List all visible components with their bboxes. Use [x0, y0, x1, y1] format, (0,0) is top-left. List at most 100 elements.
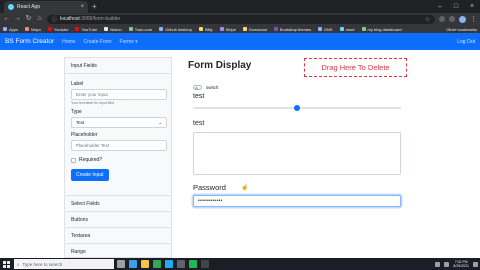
- bookmark-favicon-icon: [159, 27, 164, 31]
- accordion-header-textarea[interactable]: Textarea: [65, 227, 171, 243]
- required-checkbox[interactable]: [71, 157, 76, 163]
- taskbar-search[interactable]: ⌕ Type here to search: [14, 259, 114, 269]
- reload-icon[interactable]: ↻: [25, 15, 32, 23]
- bookmark-item[interactable]: Mayo: [25, 27, 41, 32]
- textarea-label: test: [193, 120, 205, 127]
- address-bar[interactable]: ⓘ localhost:3000/form-builder ☆: [47, 14, 435, 24]
- taskbar-search-placeholder: Type here to search: [22, 261, 63, 267]
- switch-field[interactable]: switch: [193, 85, 219, 90]
- password-label: Password: [193, 183, 226, 192]
- range-slider-thumb[interactable]: [294, 105, 300, 111]
- windows-start-icon[interactable]: [2, 260, 11, 269]
- edge-icon[interactable]: [129, 260, 137, 268]
- bookmark-item[interactable]: Bootstrap themes: [273, 27, 311, 32]
- bookmark-favicon-icon: [128, 27, 133, 31]
- range-slider[interactable]: [193, 105, 401, 111]
- label-input[interactable]: Enter your input: [71, 89, 167, 100]
- required-checkbox-row[interactable]: Required?: [71, 157, 165, 163]
- bookmark-item[interactable]: Youtube: [47, 27, 68, 32]
- obs-icon[interactable]: [201, 260, 209, 268]
- search-icon: ⌕: [17, 261, 20, 267]
- forward-icon[interactable]: →: [14, 15, 21, 23]
- info-icon[interactable]: ⓘ: [52, 16, 57, 23]
- url-path: :3000/form-builder: [79, 16, 121, 22]
- textarea-field[interactable]: [193, 132, 401, 175]
- bookmark-label: react: [345, 26, 355, 32]
- logout-link[interactable]: Log Out: [457, 39, 475, 45]
- browser-tab[interactable]: React App ×: [4, 1, 88, 13]
- bookmark-favicon-icon: [198, 27, 203, 31]
- vscode-icon[interactable]: [165, 260, 173, 268]
- bookmark-item[interactable]: Bitly: [198, 27, 213, 32]
- nav-dropdown-forms[interactable]: Forms ▾: [120, 39, 138, 45]
- navbar-brand[interactable]: BS Form Creator: [5, 38, 54, 45]
- terminal-icon[interactable]: [177, 260, 185, 268]
- bookmark-label: Download: [249, 26, 267, 32]
- bookmark-label: my blog dashboard: [367, 26, 402, 32]
- network-icon[interactable]: [435, 261, 441, 267]
- placeholder-field-label: Placeholder: [71, 132, 98, 138]
- password-input[interactable]: ••••••••••••: [193, 195, 401, 207]
- accordion-header-select-fields[interactable]: Select Fields: [65, 195, 171, 211]
- bookmark-favicon-icon: [75, 27, 80, 31]
- delete-drop-zone[interactable]: Drag Here To Delete: [304, 58, 407, 77]
- browser-tab-strip: React App × + – □ ×: [0, 0, 480, 13]
- accordion-header-range[interactable]: Range: [65, 243, 171, 258]
- windows-taskbar: ⌕ Type here to search 7:02 PM 8/29/2021: [0, 258, 480, 270]
- bookmark-favicon-icon: [104, 27, 109, 31]
- bookmark-favicon-icon: [243, 27, 247, 31]
- notifications-icon[interactable]: [473, 261, 478, 267]
- type-select-value: Text: [76, 120, 85, 125]
- spotify-icon[interactable]: [189, 260, 197, 268]
- bookmark-item[interactable]: Github desktop: [159, 27, 192, 32]
- volume-icon[interactable]: [444, 261, 450, 267]
- bookmark-item[interactable]: Download: [243, 27, 267, 32]
- bookmark-item[interactable]: DNS: [318, 26, 333, 32]
- bookmark-favicon-icon: [318, 27, 323, 31]
- back-icon[interactable]: ←: [3, 15, 10, 23]
- nav-link-home[interactable]: Home: [62, 39, 75, 45]
- create-input-button[interactable]: Create Input: [71, 169, 109, 181]
- tab-title: React App: [17, 4, 41, 10]
- minimize-button[interactable]: –: [432, 0, 448, 13]
- taskbar-clock[interactable]: 7:02 PM 8/29/2021: [453, 260, 469, 268]
- other-bookmarks[interactable]: Other bookmarks: [446, 27, 477, 32]
- nav-link-create-form[interactable]: Create Form: [83, 39, 111, 45]
- bookmark-item[interactable]: Notion: [104, 27, 122, 32]
- bookmark-star-icon[interactable]: ☆: [425, 16, 430, 23]
- required-label: Required?: [79, 157, 103, 163]
- maximize-button[interactable]: □: [448, 0, 464, 13]
- bookmark-favicon-icon: [339, 27, 344, 31]
- home-icon[interactable]: ⌂: [36, 15, 43, 23]
- browser-menu-icon[interactable]: ⋮: [470, 15, 477, 23]
- type-select[interactable]: Text ⌄: [71, 117, 167, 128]
- task-view-icon[interactable]: [117, 260, 125, 268]
- bookmark-item[interactable]: Todo.com: [128, 27, 152, 32]
- accordion-header-input-fields[interactable]: Input Fields: [65, 58, 171, 74]
- url-text: localhost:3000/form-builder: [60, 16, 120, 22]
- tab-close-icon[interactable]: ×: [80, 4, 84, 10]
- screen: React App × + – □ × ← → ↻ ⌂ ⓘ localhost:…: [0, 0, 480, 270]
- accordion-header-buttons[interactable]: Buttons: [65, 211, 171, 227]
- bookmark-label: YouTube: [81, 26, 98, 32]
- chrome-icon[interactable]: [153, 260, 161, 268]
- bookmark-item[interactable]: react: [339, 26, 355, 32]
- placeholder-input[interactable]: Placeholder Text: [71, 140, 167, 151]
- browser-toolbar: ← → ↻ ⌂ ⓘ localhost:3000/form-builder ☆ …: [0, 13, 480, 25]
- bookmark-label: DNS: [324, 26, 333, 32]
- file-explorer-icon[interactable]: [141, 260, 149, 268]
- profile-avatar[interactable]: [459, 15, 466, 23]
- extension-icon[interactable]: [439, 16, 445, 22]
- range-label: test: [193, 93, 205, 100]
- bookmark-item[interactable]: Apps: [3, 27, 18, 32]
- bookmark-item[interactable]: YouTube: [75, 27, 97, 32]
- extension-icon[interactable]: [449, 16, 455, 22]
- bookmarks-bar: Apps Mayo Youtube YouTube Notion Todo.com Gith…: [0, 25, 480, 33]
- new-tab-button[interactable]: +: [92, 2, 97, 11]
- form-display-title: Form Display: [188, 60, 252, 71]
- toggle-switch[interactable]: [193, 85, 202, 90]
- bookmark-item[interactable]: Stripe: [219, 27, 236, 32]
- close-window-button[interactable]: ×: [464, 0, 480, 13]
- bookmark-favicon-icon: [47, 27, 52, 31]
- bookmark-item[interactable]: my blog dashboard: [361, 26, 402, 32]
